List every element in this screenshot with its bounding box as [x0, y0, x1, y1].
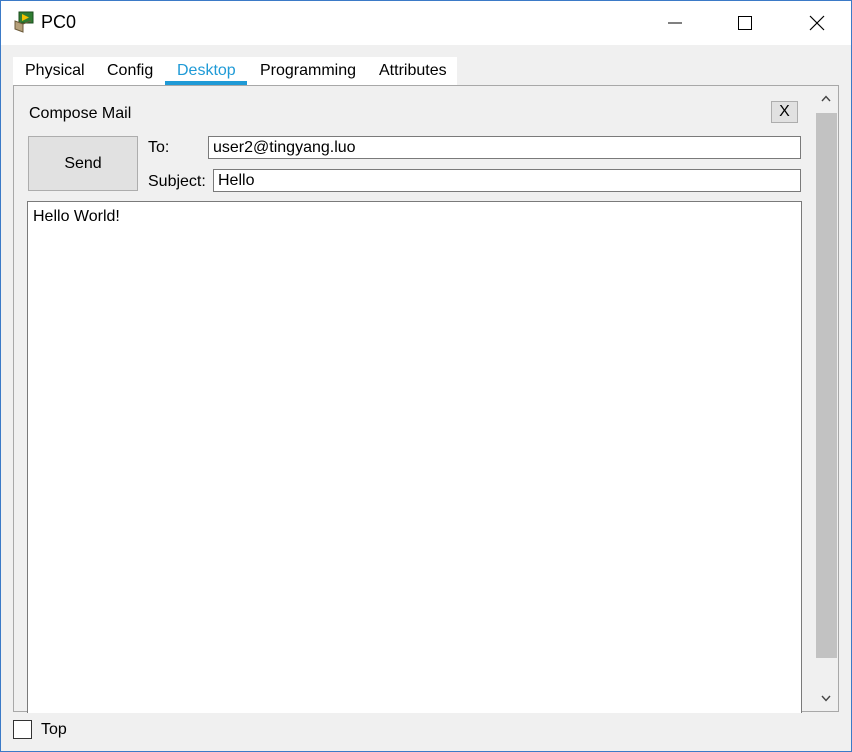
to-label: To:: [148, 139, 170, 156]
subject-field[interactable]: Hello: [213, 169, 801, 192]
tab-bar: Physical Config Desktop Programming Attr…: [13, 57, 457, 85]
scrollbar-thumb[interactable]: [816, 113, 837, 658]
subject-label: Subject:: [148, 173, 206, 190]
top-checkbox[interactable]: [13, 720, 32, 739]
packet-tracer-pc-icon: [14, 11, 34, 33]
app-window: PC0 Physical Config Desktop Programming …: [0, 0, 852, 752]
send-button[interactable]: Send: [28, 136, 138, 191]
scroll-up-button[interactable]: [814, 86, 838, 112]
tab-config[interactable]: Config: [107, 57, 153, 85]
maximize-button[interactable]: [713, 1, 777, 45]
compose-close-button[interactable]: X: [771, 101, 798, 123]
message-body-textarea[interactable]: Hello World!: [27, 201, 802, 713]
minimize-button[interactable]: [643, 1, 707, 45]
close-window-button[interactable]: [785, 1, 849, 45]
tab-programming[interactable]: Programming: [260, 57, 356, 85]
top-checkbox-label: Top: [41, 721, 67, 738]
scroll-down-button[interactable]: [814, 686, 838, 712]
tab-attributes[interactable]: Attributes: [379, 57, 447, 85]
title-bar[interactable]: PC0: [1, 1, 851, 45]
compose-mail-title: Compose Mail: [29, 105, 132, 122]
chevron-down-icon: [821, 695, 831, 702]
window-title: PC0: [41, 12, 77, 32]
tab-physical[interactable]: Physical: [25, 57, 85, 85]
compose-mail-panel: Compose Mail X Send To: user2@tingyang.l…: [13, 85, 839, 713]
close-icon: [809, 15, 825, 31]
to-field[interactable]: user2@tingyang.luo: [208, 136, 801, 159]
chevron-up-icon: [821, 95, 831, 102]
vertical-scrollbar[interactable]: [814, 86, 838, 711]
maximize-icon: [738, 16, 752, 30]
minimize-icon: [668, 22, 682, 24]
